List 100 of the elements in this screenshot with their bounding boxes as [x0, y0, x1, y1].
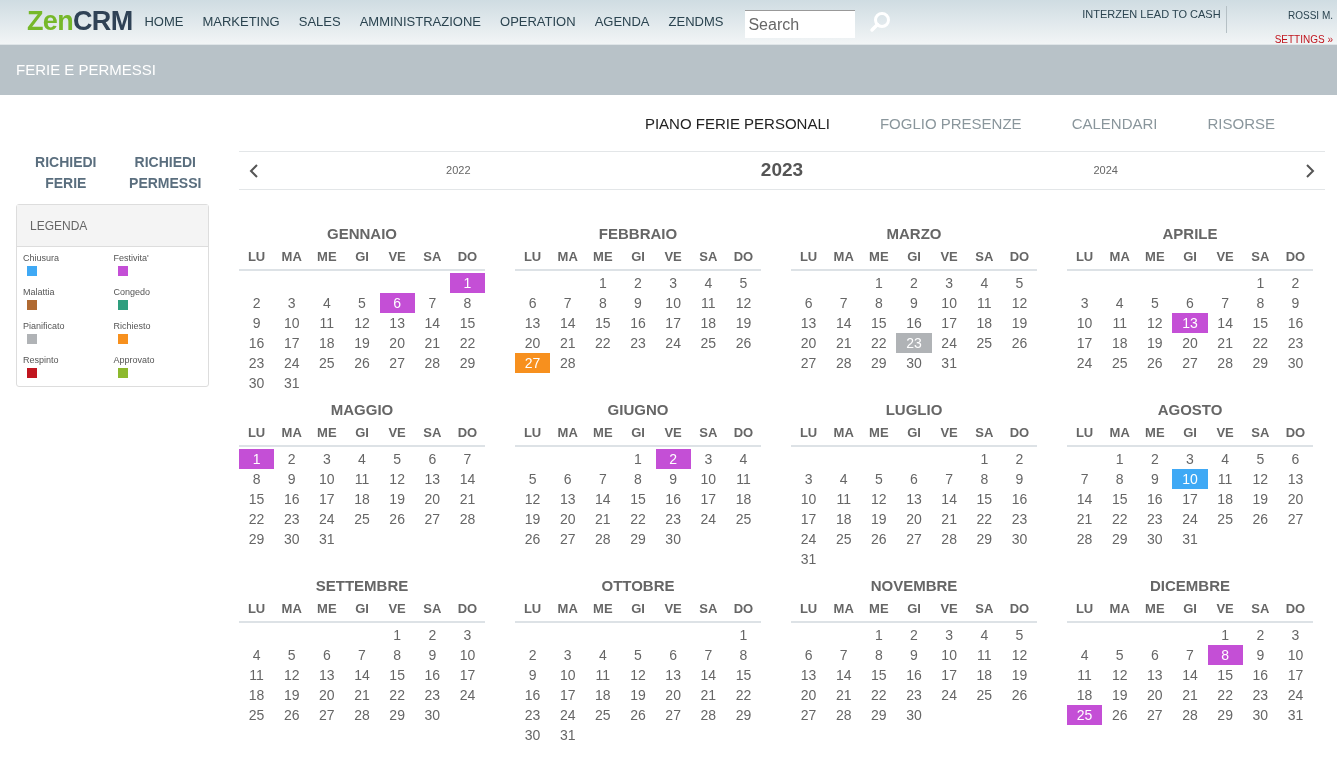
day-number[interactable]: 5	[1150, 292, 1159, 314]
day-number[interactable]: 19	[1011, 664, 1028, 686]
day-number[interactable]: 9	[1291, 292, 1300, 314]
day-number[interactable]: 16	[630, 312, 646, 334]
day-number[interactable]: 14	[941, 488, 957, 510]
previous-year-button[interactable]	[249, 163, 259, 178]
day-number[interactable]: 12	[1111, 664, 1128, 686]
day-number[interactable]: 2	[634, 272, 642, 294]
next-year-button[interactable]	[1305, 163, 1315, 178]
day-number[interactable]: 13	[389, 312, 405, 334]
day-number[interactable]: 15	[630, 488, 646, 510]
day-number[interactable]: 8	[634, 468, 642, 490]
day-number[interactable]: 14	[595, 488, 611, 510]
day-number[interactable]: 28	[941, 528, 957, 550]
settings-link[interactable]: SETTINGS »	[1274, 32, 1333, 47]
day-number[interactable]: 1	[1221, 624, 1230, 646]
day-number[interactable]: 23	[630, 332, 646, 354]
day-number[interactable]: 9	[287, 468, 296, 490]
day-number[interactable]: 23	[283, 508, 300, 530]
day-number[interactable]: 4	[322, 292, 331, 314]
day-number[interactable]: 19	[1011, 312, 1028, 334]
day-number[interactable]: 12	[871, 488, 887, 510]
day-number[interactable]: 27	[319, 704, 335, 726]
day-number[interactable]: 29	[871, 704, 887, 726]
day-number[interactable]: 31	[1287, 704, 1304, 726]
nav-link[interactable]: ZENDMS	[668, 12, 724, 32]
day-number[interactable]: 7	[839, 644, 848, 666]
day-number[interactable]: 16	[1287, 312, 1304, 334]
day-number[interactable]: 2	[1291, 272, 1300, 294]
day-number[interactable]: 8	[598, 292, 607, 314]
day-number[interactable]: 28	[459, 508, 476, 530]
day-number[interactable]: 30	[1287, 352, 1304, 374]
user-name[interactable]: ROSSI M.	[1288, 8, 1333, 23]
day-number[interactable]: 14	[1217, 312, 1233, 334]
day-number[interactable]: 10	[800, 488, 817, 510]
day-number[interactable]: 17	[1076, 332, 1093, 354]
day-number[interactable]: 21	[424, 332, 441, 354]
day-number[interactable]: 2	[428, 624, 437, 646]
day-number[interactable]: 22	[459, 332, 476, 354]
day-number[interactable]: 31	[319, 528, 335, 550]
day-number[interactable]: 28	[424, 352, 441, 374]
day-number[interactable]: 17	[459, 664, 476, 686]
day-number[interactable]: 29	[976, 528, 993, 550]
day-number[interactable]: 6	[528, 292, 537, 314]
day-number[interactable]: 24	[459, 684, 476, 706]
day-number[interactable]: 15	[1217, 664, 1233, 686]
day-number[interactable]: 5	[1115, 644, 1124, 666]
day-number[interactable]: 25	[976, 332, 993, 354]
day-number[interactable]: 29	[1252, 352, 1269, 374]
day-number[interactable]: 7	[704, 644, 713, 666]
day-number[interactable]: 18	[1076, 684, 1093, 706]
day-number[interactable]: 25	[735, 508, 752, 530]
day-number[interactable]: 2	[252, 292, 261, 314]
day-number[interactable]: 17	[665, 312, 681, 334]
day-number[interactable]: 21	[700, 684, 717, 706]
day-number[interactable]: 5	[1015, 624, 1024, 646]
day-number[interactable]: 6	[669, 644, 678, 666]
day-number[interactable]: 4	[1080, 644, 1089, 666]
day-number[interactable]: 23	[524, 704, 541, 726]
day-number[interactable]: 6	[1186, 292, 1194, 314]
day-number[interactable]: 20	[559, 508, 576, 530]
day-number[interactable]: 11	[836, 488, 851, 510]
day-number[interactable]: 24	[283, 352, 300, 374]
day-number[interactable]: 22	[871, 684, 887, 706]
day-number[interactable]: 19	[389, 488, 405, 510]
day-number[interactable]: 4	[358, 448, 366, 470]
day-number[interactable]: 17	[700, 488, 717, 510]
day-number[interactable]: 17	[800, 508, 817, 530]
previous-year-link[interactable]: 2022	[446, 162, 471, 179]
day-number[interactable]: 21	[941, 508, 957, 530]
day-number[interactable]: 12	[354, 312, 370, 334]
day-number[interactable]: 20	[1287, 488, 1304, 510]
day-number[interactable]: 17	[319, 488, 335, 510]
nav-link[interactable]: HOME	[144, 12, 184, 32]
day-number[interactable]: 9	[1256, 644, 1265, 666]
day-number[interactable]: 24	[700, 508, 717, 530]
day-number[interactable]: 20	[524, 332, 541, 354]
day-number[interactable]: 22	[735, 684, 752, 706]
day-number[interactable]: 11	[319, 312, 335, 334]
day-number[interactable]: 2	[1150, 448, 1159, 470]
nav-link[interactable]: MARKETING	[202, 12, 280, 32]
day-number[interactable]: 21	[835, 684, 852, 706]
day-number[interactable]: 13	[559, 488, 576, 510]
day-number[interactable]: 5	[287, 644, 296, 666]
day-number[interactable]: 15	[595, 312, 611, 334]
day-number[interactable]: 7	[463, 448, 472, 470]
day-number[interactable]: 17	[1182, 488, 1198, 510]
day-number[interactable]: 16	[283, 488, 300, 510]
day-number[interactable]: 12	[283, 664, 300, 686]
day-number[interactable]: 11	[977, 292, 992, 314]
day-number[interactable]: 10	[941, 292, 957, 314]
day-marker[interactable]: 8	[1207, 645, 1243, 665]
day-number[interactable]: 25	[319, 352, 335, 374]
day-number[interactable]: 5	[1256, 448, 1265, 470]
day-number[interactable]: 15	[1111, 488, 1128, 510]
day-number[interactable]: 19	[524, 508, 541, 530]
day-number[interactable]: 29	[630, 528, 646, 550]
day-number[interactable]: 29	[735, 704, 752, 726]
day-number[interactable]: 31	[941, 352, 957, 374]
day-number[interactable]: 14	[1076, 488, 1093, 510]
